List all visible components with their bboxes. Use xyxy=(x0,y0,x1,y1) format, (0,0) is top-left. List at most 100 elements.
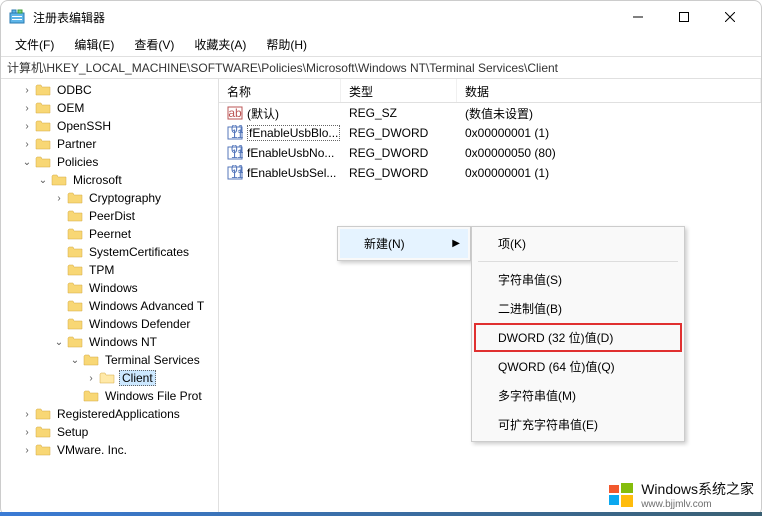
ctx-sub-item[interactable]: 可扩充字符串值(E) xyxy=(474,410,682,439)
ctx-sub-item[interactable]: 二进制值(B) xyxy=(474,294,682,323)
ctx-sub-item[interactable]: DWORD (32 位)值(D) xyxy=(474,323,682,352)
value-name: fEnableUsbSel... xyxy=(247,166,336,180)
value-name: (默认) xyxy=(247,105,279,122)
tree-item[interactable]: › RegisteredApplications xyxy=(1,405,218,423)
value-type: REG_DWORD xyxy=(341,166,457,180)
list-row[interactable]: 011110fEnableUsbNo...REG_DWORD0x00000050… xyxy=(219,143,761,163)
expand-icon[interactable]: › xyxy=(53,193,65,204)
tree-item-label: RegisteredApplications xyxy=(55,407,182,421)
expand-icon[interactable]: › xyxy=(85,373,97,384)
expand-icon[interactable]: › xyxy=(21,445,33,456)
expand-icon[interactable]: › xyxy=(21,103,33,114)
tree-item[interactable]: ›OEM xyxy=(1,99,218,117)
ctx-sub-label: QWORD (64 位)值(Q) xyxy=(498,358,615,375)
folder-icon xyxy=(35,407,51,421)
ctx-sub-label: DWORD (32 位)值(D) xyxy=(498,329,613,346)
expand-icon[interactable]: › xyxy=(21,85,33,96)
registry-tree[interactable]: ›ODBC›OEM›OpenSSH›Partner⌄Policies⌄Micro… xyxy=(1,79,219,515)
svg-text:110: 110 xyxy=(231,147,243,161)
folder-icon xyxy=(35,101,51,115)
tree-item[interactable]: ⌄Terminal Services xyxy=(1,351,218,369)
tree-item-label: VMware. Inc. xyxy=(55,443,129,457)
tree-item[interactable]: PeerDist xyxy=(1,207,218,225)
tree-item[interactable]: ›Client xyxy=(1,369,218,387)
expand-icon[interactable]: ⌄ xyxy=(37,175,49,186)
dword-value-icon: 011110 xyxy=(227,125,243,141)
value-type: REG_DWORD xyxy=(341,126,457,140)
ctx-sub-label: 字符串值(S) xyxy=(498,271,562,288)
string-value-icon: ab xyxy=(227,105,243,121)
windows-logo-icon xyxy=(607,481,635,509)
menu-edit[interactable]: 编辑(E) xyxy=(66,34,122,55)
ctx-sub-item[interactable]: QWORD (64 位)值(Q) xyxy=(474,352,682,381)
tree-item-label: Microsoft xyxy=(71,173,124,187)
ctx-new[interactable]: 新建(N) ▶ xyxy=(340,229,468,258)
expand-icon[interactable]: › xyxy=(21,427,33,438)
tree-item[interactable]: Peernet xyxy=(1,225,218,243)
close-button[interactable] xyxy=(707,1,753,33)
tree-item[interactable]: ⌄ Windows NT xyxy=(1,333,218,351)
dword-value-icon: 011110 xyxy=(227,165,243,181)
ctx-sub-item[interactable]: 字符串值(S) xyxy=(474,265,682,294)
folder-icon xyxy=(67,335,83,349)
expand-icon[interactable]: ⌄ xyxy=(69,355,81,366)
tree-item[interactable]: › VMware. Inc. xyxy=(1,441,218,459)
menu-help[interactable]: 帮助(H) xyxy=(258,34,315,55)
tree-item-label: Setup xyxy=(55,425,90,439)
addressbar[interactable]: 计算机\HKEY_LOCAL_MACHINE\SOFTWARE\Policies… xyxy=(1,57,761,79)
value-type: REG_DWORD xyxy=(341,146,457,160)
folder-icon xyxy=(35,443,51,457)
tree-item[interactable]: Windows Defender xyxy=(1,315,218,333)
folder-icon xyxy=(67,263,83,277)
col-type[interactable]: 类型 xyxy=(341,79,457,102)
tree-item-label: Windows NT xyxy=(87,335,159,349)
col-data[interactable]: 数据 xyxy=(457,79,761,102)
window-controls xyxy=(615,1,753,33)
menu-view[interactable]: 查看(V) xyxy=(126,34,182,55)
tree-item[interactable]: Windows Advanced T xyxy=(1,297,218,315)
tree-item[interactable]: ›Cryptography xyxy=(1,189,218,207)
titlebar: 注册表编辑器 xyxy=(1,1,761,33)
menu-file[interactable]: 文件(F) xyxy=(7,34,62,55)
svg-text:110: 110 xyxy=(231,167,243,181)
ctx-new-label: 新建(N) xyxy=(364,235,405,252)
tree-item[interactable]: › Setup xyxy=(1,423,218,441)
menu-favorites[interactable]: 收藏夹(A) xyxy=(186,34,254,55)
tree-item-label: Windows File Prot xyxy=(103,389,204,403)
tree-item[interactable]: ⌄ Microsoft xyxy=(1,171,218,189)
folder-icon xyxy=(83,353,99,367)
submenu-arrow-icon: ▶ xyxy=(452,238,460,249)
tree-item[interactable]: SystemCertificates xyxy=(1,243,218,261)
tree-item-label: Windows Defender xyxy=(87,317,192,331)
value-type: REG_SZ xyxy=(341,106,457,120)
minimize-button[interactable] xyxy=(615,1,661,33)
folder-icon xyxy=(99,371,115,385)
expand-icon[interactable]: › xyxy=(21,139,33,150)
tree-item[interactable]: ›OpenSSH xyxy=(1,117,218,135)
maximize-button[interactable] xyxy=(661,1,707,33)
tree-item[interactable]: Windows File Prot xyxy=(1,387,218,405)
list-row[interactable]: ab(默认)REG_SZ(数值未设置) xyxy=(219,103,761,123)
expand-icon[interactable]: ⌄ xyxy=(21,157,33,168)
tree-item[interactable]: ⌄Policies xyxy=(1,153,218,171)
svg-text:ab: ab xyxy=(228,106,242,120)
tree-item-label: ODBC xyxy=(55,83,94,97)
list-row[interactable]: 011110fEnableUsbSel...REG_DWORD0x0000000… xyxy=(219,163,761,183)
ctx-sub-label: 可扩充字符串值(E) xyxy=(498,416,598,433)
menu-separator xyxy=(478,261,678,262)
folder-icon xyxy=(35,137,51,151)
tree-item[interactable]: Windows xyxy=(1,279,218,297)
col-name[interactable]: 名称 xyxy=(219,79,341,102)
expand-icon[interactable]: ⌄ xyxy=(53,337,65,348)
ctx-sub-item[interactable]: 多字符串值(M) xyxy=(474,381,682,410)
folder-icon xyxy=(67,299,83,313)
expand-icon[interactable]: › xyxy=(21,121,33,132)
list-row[interactable]: 011110fEnableUsbBlo...REG_DWORD0x0000000… xyxy=(219,123,761,143)
tree-item[interactable]: ›Partner xyxy=(1,135,218,153)
expand-icon[interactable]: › xyxy=(21,409,33,420)
watermark: Windows系统之家 www.bjjmlv.com xyxy=(607,479,754,510)
tree-item[interactable]: › ODBC xyxy=(1,81,218,99)
ctx-sub-item[interactable]: 项(K) xyxy=(474,229,682,258)
tree-item[interactable]: TPM xyxy=(1,261,218,279)
menubar: 文件(F) 编辑(E) 查看(V) 收藏夹(A) 帮助(H) xyxy=(1,33,761,57)
